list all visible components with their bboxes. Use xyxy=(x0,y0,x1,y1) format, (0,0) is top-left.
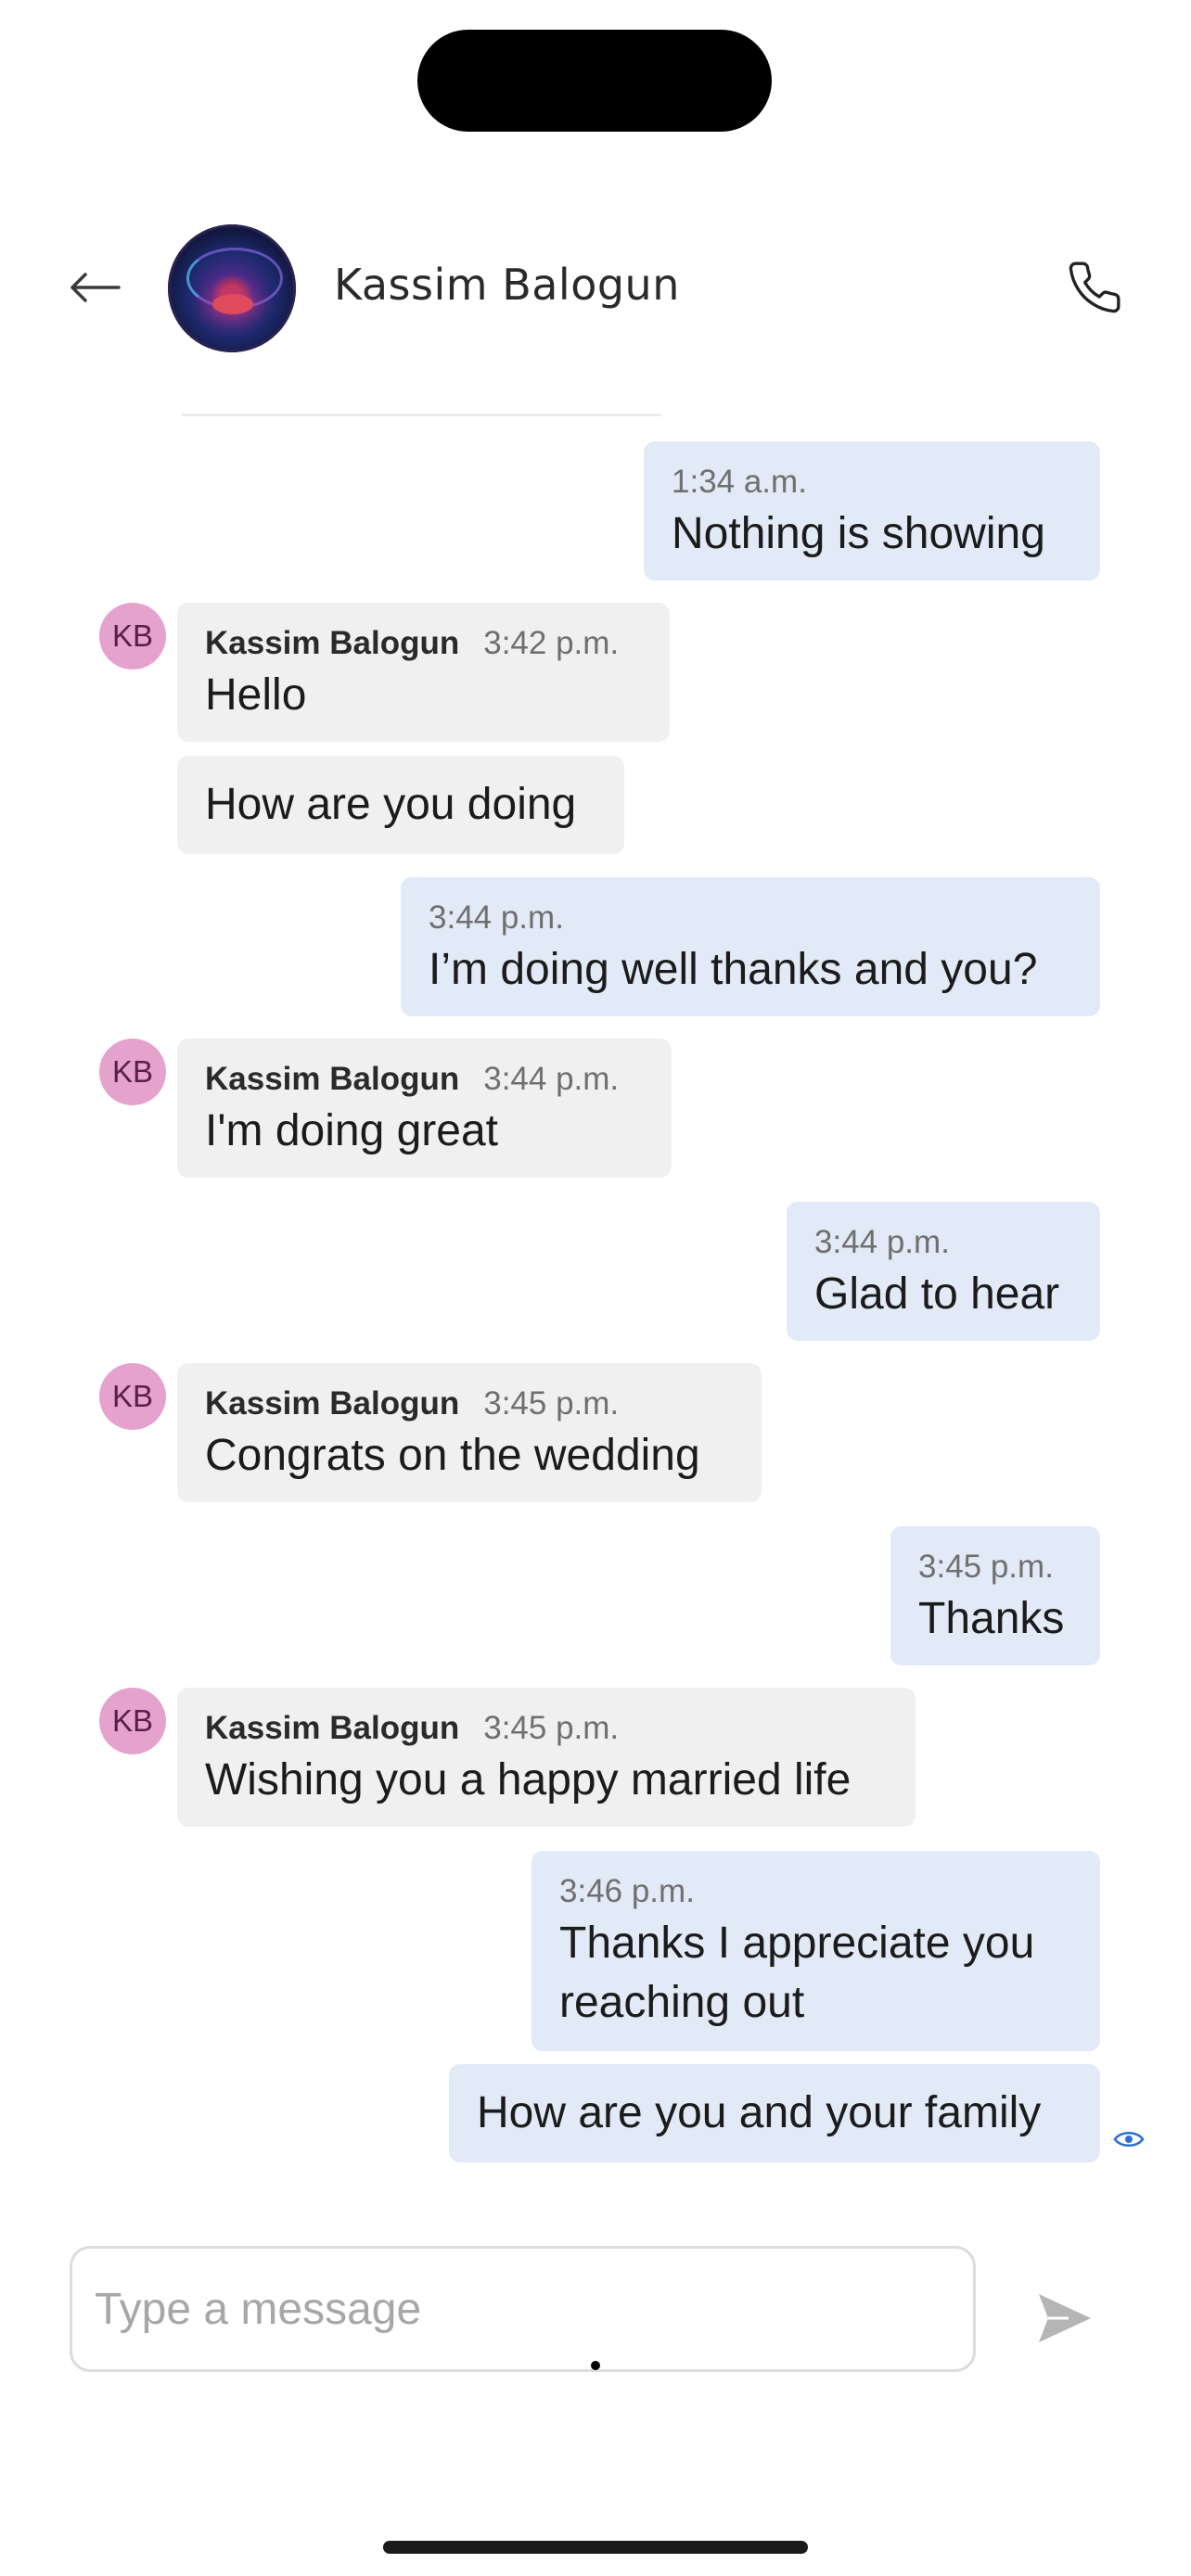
contact-name[interactable]: Kassim Balogun xyxy=(334,260,680,310)
message-time: 3:45 p.m. xyxy=(918,1549,1054,1585)
arrow-left-icon xyxy=(70,273,121,302)
sender-name: Kassim Balogun xyxy=(205,1061,460,1097)
home-indicator xyxy=(383,2541,808,2554)
message-time: 1:34 a.m. xyxy=(672,464,807,500)
touch-indicator xyxy=(591,2361,600,2370)
sender-name: Kassim Balogun xyxy=(205,625,460,661)
sender-avatar[interactable]: KB xyxy=(99,1363,166,1430)
dynamic-island xyxy=(417,30,772,132)
sender-name: Kassim Balogun xyxy=(205,1385,460,1422)
message-bubble-outgoing[interactable]: 3:45 p.m. Thanks xyxy=(890,1526,1100,1665)
contact-avatar[interactable] xyxy=(168,224,296,352)
message-time: 3:45 p.m. xyxy=(483,1710,620,1746)
message-time: 3:46 p.m. xyxy=(559,1873,695,1909)
message-bubble-outgoing[interactable]: 3:44 p.m. I’m doing well thanks and you? xyxy=(401,877,1100,1016)
message-text: I'm doing great xyxy=(205,1106,499,1155)
message-text: Hello xyxy=(205,670,307,720)
message-bubble-outgoing[interactable]: 3:46 p.m. Thanks I appreciate you reachi… xyxy=(531,1851,1100,2051)
message-text: Thanks xyxy=(918,1594,1065,1643)
message-bubble-incoming[interactable]: Kassim Balogun 3:44 p.m. I'm doing great xyxy=(177,1039,672,1178)
sender-name: Kassim Balogun xyxy=(205,1710,460,1746)
message-bubble-incoming[interactable]: Kassim Balogun 3:45 p.m. Wishing you a h… xyxy=(177,1688,916,1827)
send-icon xyxy=(1039,2294,1091,2342)
message-text: Glad to hear xyxy=(814,1269,1060,1319)
back-button[interactable] xyxy=(58,255,132,320)
message-bubble-incoming[interactable]: Kassim Balogun 3:45 p.m. Congrats on the… xyxy=(177,1363,762,1502)
seen-eye-icon xyxy=(1113,2132,1145,2147)
message-bubble-incoming[interactable]: Kassim Balogun 3:42 p.m. Hello xyxy=(177,603,670,742)
message-bubble-outgoing[interactable]: 1:34 a.m. Nothing is showing xyxy=(644,441,1100,580)
message-text: I’m doing well thanks and you? xyxy=(429,945,1038,994)
sender-avatar[interactable]: KB xyxy=(99,1039,166,1105)
message-text: Congrats on the wedding xyxy=(205,1431,700,1480)
call-button[interactable] xyxy=(1057,250,1132,325)
message-bubble-incoming[interactable]: How are you doing xyxy=(177,756,624,854)
message-time: 3:42 p.m. xyxy=(483,625,620,661)
message-text: Wishing you a happy married life xyxy=(205,1755,852,1804)
phone-icon xyxy=(1069,261,1121,313)
sender-avatar[interactable]: KB xyxy=(99,1688,166,1754)
message-input[interactable] xyxy=(72,2249,973,2369)
chat-header: Kassim Balogun xyxy=(0,213,1191,362)
message-time: 3:44 p.m. xyxy=(429,899,564,936)
message-text: Nothing is showing xyxy=(672,509,1045,558)
sender-avatar[interactable]: KB xyxy=(99,603,166,670)
message-bubble-outgoing[interactable]: How are you and your family xyxy=(449,2064,1100,2162)
message-time: 3:44 p.m. xyxy=(814,1224,950,1260)
previous-message-divider xyxy=(181,414,661,416)
message-text: How are you doing xyxy=(205,780,577,829)
message-composer xyxy=(70,2246,976,2372)
message-time: 3:45 p.m. xyxy=(483,1385,620,1422)
message-text: How are you and your family xyxy=(477,2088,1042,2137)
send-button[interactable] xyxy=(1028,2283,1102,2353)
message-bubble-outgoing[interactable]: 3:44 p.m. Glad to hear xyxy=(787,1202,1100,1341)
message-text: Thanks I appreciate you reaching out xyxy=(559,1919,1035,2027)
message-time: 3:44 p.m. xyxy=(483,1061,620,1097)
